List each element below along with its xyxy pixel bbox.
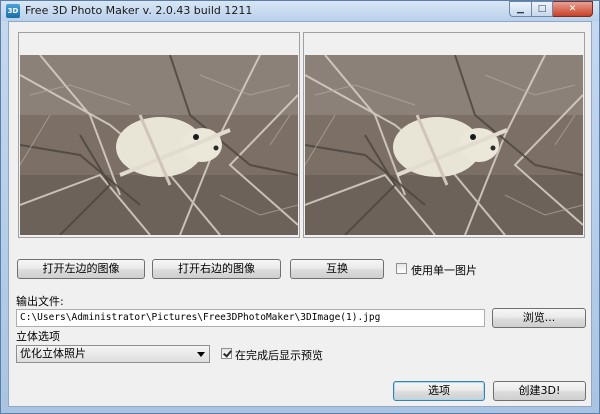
window-title: Free 3D Photo Maker v. 2.0.43 build 1211: [25, 4, 253, 17]
minimize-button[interactable]: ▁: [509, 1, 531, 17]
open-left-image-button[interactable]: 打开左边的图像: [17, 259, 145, 279]
app-icon[interactable]: 3D: [6, 4, 20, 18]
swap-button[interactable]: 互换: [290, 259, 384, 279]
chevron-down-icon: [197, 352, 205, 357]
right-image-preview: [305, 55, 583, 235]
show-preview-label: 在完成后显示预览: [235, 349, 323, 362]
show-preview-checkbox[interactable]: [221, 348, 232, 359]
options-button[interactable]: 选项: [393, 381, 485, 401]
open-right-image-button[interactable]: 打开右边的图像: [152, 259, 281, 279]
left-image-preview: [20, 55, 298, 235]
left-image-panel: [18, 32, 300, 238]
output-file-path-input[interactable]: C:\Users\Administrator\Pictures\Free3DPh…: [16, 309, 485, 327]
close-button[interactable]: ✕: [553, 1, 593, 17]
single-image-label: 使用单一图片: [411, 264, 477, 277]
main-panel: 打开左边的图像 打开右边的图像 互换 使用单一图片 输出文件: C:\Users…: [8, 21, 592, 407]
stereo-options-selected: 优化立体照片: [20, 347, 86, 360]
window-controls: ▁ □ ✕: [509, 1, 593, 17]
create-3d-button[interactable]: 创建3D!: [493, 381, 586, 401]
right-image-panel: [303, 32, 585, 238]
single-image-checkbox[interactable]: [396, 263, 407, 274]
stereo-options-select[interactable]: 优化立体照片: [16, 345, 210, 363]
output-file-label: 输出文件:: [16, 295, 64, 308]
browse-button[interactable]: 浏览...: [492, 308, 586, 328]
stereo-options-label: 立体选项: [16, 330, 60, 343]
title-bar[interactable]: 3D Free 3D Photo Maker v. 2.0.43 build 1…: [1, 1, 599, 21]
maximize-button[interactable]: □: [531, 1, 553, 17]
app-window: 3D Free 3D Photo Maker v. 2.0.43 build 1…: [0, 0, 600, 414]
